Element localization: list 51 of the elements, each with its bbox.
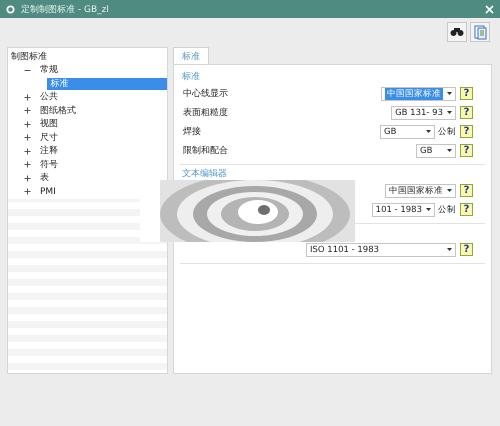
help-button[interactable]: ?	[460, 125, 473, 138]
help-button[interactable]: ?	[460, 144, 473, 157]
document-icon	[474, 24, 486, 40]
dropdown[interactable]: 中国国家标准	[385, 184, 456, 198]
section-title: 标准	[182, 72, 200, 82]
close-icon[interactable]	[485, 4, 494, 14]
tab[interactable]: 标准	[173, 47, 209, 64]
tree-item[interactable]: PMI	[37, 186, 59, 198]
tree-item[interactable]: 公共	[37, 91, 61, 104]
help-button[interactable]: ?	[460, 184, 473, 197]
help-button[interactable]: ?	[460, 106, 473, 119]
dropdown[interactable]: GB	[380, 124, 435, 138]
expand-icon[interactable]	[24, 134, 31, 142]
tree-item[interactable]: 视图	[37, 118, 61, 130]
unit-label: 公制	[438, 204, 456, 216]
caret-icon	[426, 208, 431, 211]
expand-icon[interactable]	[24, 188, 31, 196]
setting-label: 限制和配合	[183, 146, 228, 156]
help-button[interactable]: ?	[460, 87, 473, 100]
tree-item[interactable]: 尺寸	[37, 132, 61, 144]
tree-item[interactable]: 常规	[37, 64, 61, 76]
expand-icon[interactable]	[24, 120, 31, 128]
caret-icon	[447, 149, 452, 152]
dropdown[interactable]: GB	[416, 144, 456, 158]
help-button[interactable]: ?	[460, 203, 473, 216]
dropdown[interactable]: 101 - 1983	[372, 202, 435, 216]
caret-icon	[447, 189, 452, 192]
tree-item[interactable]: 符号	[37, 158, 61, 171]
dropdown[interactable]: ISO 1101 - 1983	[306, 242, 456, 256]
window-title: 定制制图标准 - GB_zl	[21, 4, 109, 16]
expand-icon[interactable]	[24, 94, 31, 101]
unit-label: 公制	[438, 126, 456, 138]
binoculars-icon	[450, 27, 464, 37]
caret-icon	[426, 130, 431, 133]
expand-icon[interactable]	[24, 161, 31, 168]
tool-button[interactable]	[447, 22, 467, 42]
tree-item[interactable]: 表	[37, 172, 52, 184]
gear-icon	[6, 4, 15, 14]
setting-label: 表面粗糙度	[183, 108, 228, 118]
expand-icon[interactable]	[24, 174, 31, 182]
dropdown[interactable]: GB 131- 93	[391, 106, 456, 120]
setting-label: 中心线显示	[183, 89, 228, 99]
tree-item[interactable]: 注释	[37, 145, 61, 158]
caret-icon	[447, 92, 452, 95]
setting-label: 焊接	[183, 127, 201, 137]
expand-icon[interactable]	[24, 107, 31, 114]
help-button[interactable]: ?	[460, 243, 473, 256]
caret-icon	[447, 111, 452, 114]
caret-icon	[447, 248, 452, 251]
expand-icon[interactable]	[24, 148, 31, 155]
section-title: 文本编辑器	[182, 169, 227, 179]
